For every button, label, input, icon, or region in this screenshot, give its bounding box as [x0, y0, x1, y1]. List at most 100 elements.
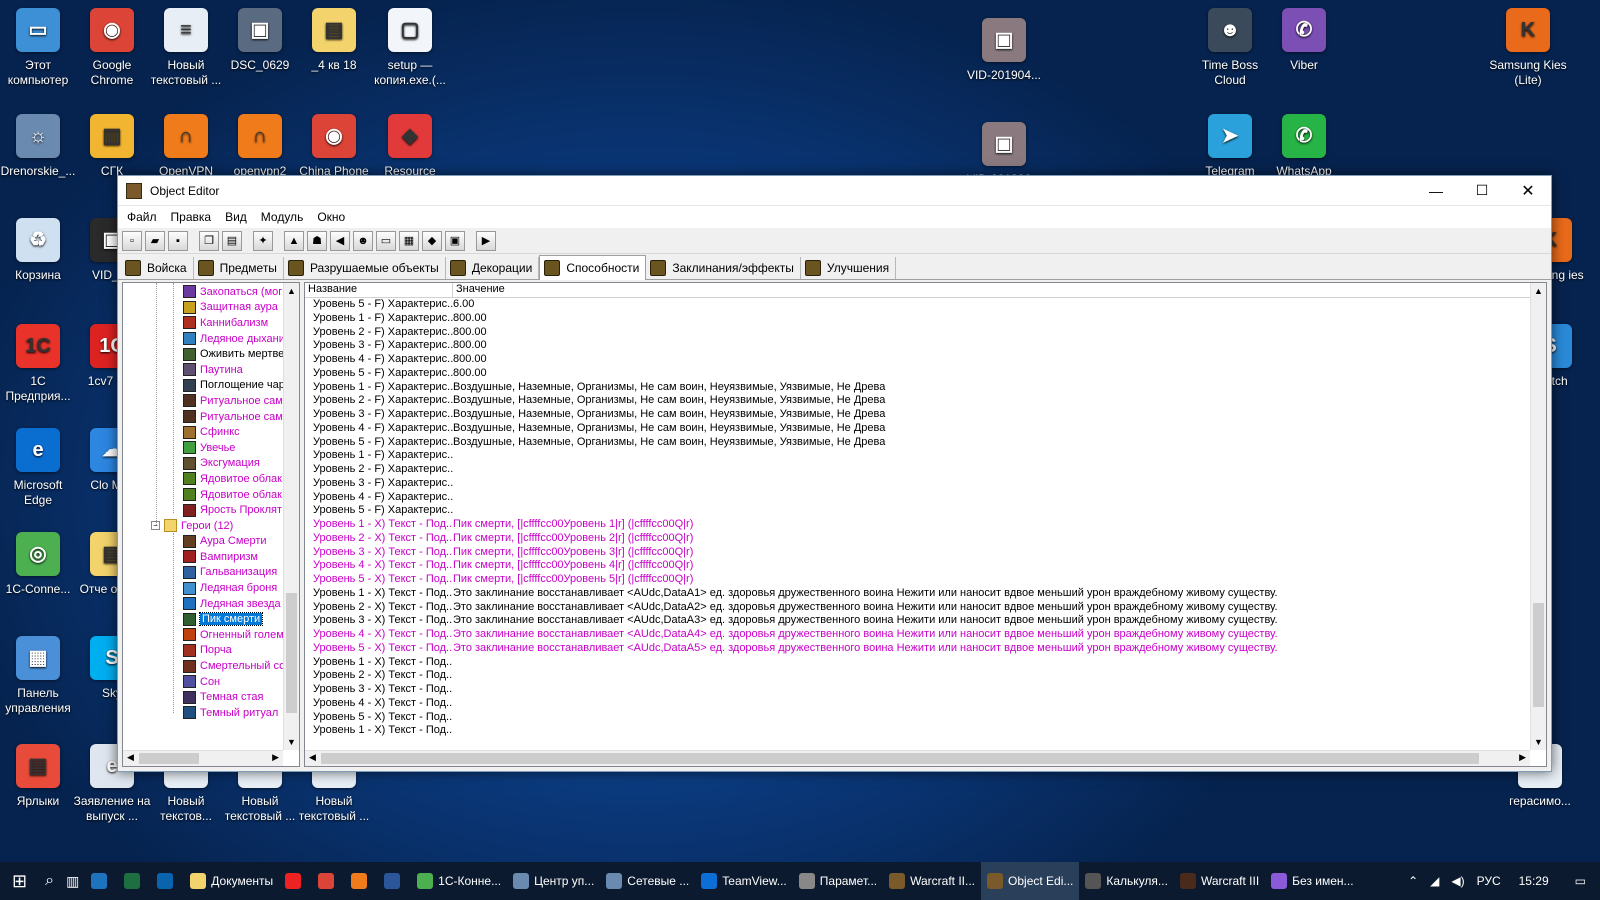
object-editor-window[interactable]: Object Editor — ☐ ✕ Файл Правка Вид Модуль О… — [117, 175, 1552, 772]
tab-3[interactable]: Разрушаемые объекты — [283, 257, 446, 279]
tree-item[interactable]: Ритуальное сам — [123, 409, 299, 425]
tree-item[interactable]: Эксгумация — [123, 456, 299, 472]
grid-row[interactable]: Уровень 4 - F) Характерис... Воздушные, Н… — [305, 422, 1546, 436]
grid-row[interactable]: Уровень 3 - X) Текст - Под... Пик смерти,… — [305, 546, 1546, 560]
tree-item[interactable]: Защитная аура — [123, 300, 299, 316]
tree-item[interactable]: Вампиризм — [123, 549, 299, 565]
menu-item[interactable]: Файл — [120, 210, 164, 224]
grid-row[interactable]: Уровень 5 - F) Характерис... — [305, 504, 1546, 518]
grid-row[interactable]: Уровень 2 - X) Текст - Под... Пик смерти,… — [305, 532, 1546, 546]
taskbar-item[interactable] — [378, 862, 411, 900]
task-view-icon[interactable]: ▥ — [60, 862, 85, 900]
scroll-thumb[interactable] — [286, 593, 297, 713]
tab-5[interactable]: Способности — [539, 255, 647, 280]
taskbar-item[interactable] — [345, 862, 378, 900]
tree-item[interactable]: Поглощение чар — [123, 378, 299, 394]
desktop-icon[interactable]: ◉ China Phone — [294, 110, 374, 179]
open-folder-icon[interactable]: ▰ — [145, 230, 165, 251]
network-icon[interactable]: ◢ — [1424, 874, 1445, 888]
tree-item[interactable]: Порча — [123, 643, 299, 659]
taskbar-item[interactable]: Центр уп... — [507, 862, 600, 900]
new-file-icon[interactable]: ▫ — [122, 230, 142, 251]
desktop-icon[interactable]: ▦ Панель управления — [0, 632, 78, 716]
tree-item[interactable]: Сфинкс — [123, 424, 299, 440]
desktop-icon[interactable]: ➤ Telegram — [1190, 110, 1270, 179]
grid-vertical-scrollbar[interactable]: ▲ ▼ — [1530, 283, 1546, 750]
volume-icon[interactable]: ◀) — [1445, 874, 1470, 888]
taskbar-item[interactable] — [312, 862, 345, 900]
grid-row[interactable]: Уровень 4 - X) Текст - Под... Это заклина… — [305, 628, 1546, 642]
terrain-icon[interactable]: ▲ — [284, 230, 304, 251]
grid-row[interactable]: Уровень 3 - X) Текст - Под... — [305, 683, 1546, 697]
tab-6[interactable]: Заклинания/эффекты — [646, 257, 801, 279]
grid-row[interactable]: Уровень 4 - X) Текст - Под... — [305, 697, 1546, 711]
tree-item[interactable]: Ядовитое облак — [123, 471, 299, 487]
grid-row[interactable]: Уровень 1 - X) Текст - Под... Пик смерти,… — [305, 518, 1546, 532]
tab-1[interactable]: Войска — [121, 257, 194, 279]
taskbar-item[interactable] — [279, 862, 312, 900]
tree-item[interactable]: Ледяное дыхани — [123, 331, 299, 347]
import-icon[interactable]: ▣ — [445, 230, 465, 251]
grid-row[interactable]: Уровень 1 - X) Текст - Под... Это заклина… — [305, 587, 1546, 601]
grid-row[interactable]: Уровень 5 - F) Характерис... 6.00 — [305, 298, 1546, 312]
taskbar-item[interactable]: TeamView... — [695, 862, 792, 900]
scroll-right-arrow[interactable]: ▶ — [1519, 752, 1526, 763]
desktop-icon[interactable]: ▣ DSC_0629 — [220, 4, 300, 73]
tree-item[interactable]: Паутина — [123, 362, 299, 378]
title-bar[interactable]: Object Editor — ☐ ✕ — [118, 176, 1551, 206]
copy-icon[interactable]: ❐ — [199, 230, 219, 251]
desktop-icon[interactable]: 1С 1С Предприя... — [0, 320, 78, 404]
scroll-left-arrow[interactable]: ◀ — [309, 752, 316, 763]
scroll-thumb[interactable] — [139, 753, 199, 764]
tree-item[interactable]: Аура Смерти — [123, 534, 299, 550]
grid-horizontal-scrollbar[interactable]: ◀ ▶ — [305, 750, 1530, 766]
taskbar-item[interactable]: Сетевые ... — [600, 862, 695, 900]
tree-item[interactable]: Ритуальное сам — [123, 393, 299, 409]
taskbar-item[interactable]: Object Edi... — [981, 862, 1080, 900]
grid-row[interactable]: Уровень 2 - X) Текст - Под... Это заклина… — [305, 601, 1546, 615]
tree-item[interactable]: Пик смерти — [123, 611, 299, 627]
desktop-icon[interactable]: ∩ OpenVPN — [146, 110, 226, 179]
grid-row[interactable]: Уровень 2 - F) Характерис... Воздушные, Н… — [305, 394, 1546, 408]
tree-item[interactable]: Ядовитое облак — [123, 487, 299, 503]
tab-2[interactable]: Предметы — [193, 257, 284, 279]
grid-row[interactable]: Уровень 3 - F) Характерис... 800.00 — [305, 339, 1546, 353]
desktop-icon[interactable]: ✆ WhatsApp — [1264, 110, 1344, 179]
properties-grid[interactable]: Название Значение Уровень 5 - F) Характе… — [304, 282, 1547, 767]
desktop-icon[interactable]: ▤ _4 кв 18 — [294, 4, 374, 73]
tree-vertical-scrollbar[interactable]: ▲ ▼ — [283, 283, 299, 750]
tree-item[interactable]: Каннибализм — [123, 315, 299, 331]
taskbar-item[interactable]: Warcraft III — [1174, 862, 1265, 900]
taskbar-item[interactable] — [151, 862, 184, 900]
doodad-icon[interactable]: ☗ — [307, 230, 327, 251]
desktop-icon[interactable]: ∩ openvpn2 — [220, 110, 300, 179]
desktop-icon[interactable]: ☼ Drenorskie_... — [0, 110, 78, 179]
save-icon[interactable]: ▪ — [168, 230, 188, 251]
grid-row[interactable]: Уровень 3 - F) Характерис... Воздушные, Н… — [305, 408, 1546, 422]
grid-row[interactable]: Уровень 2 - F) Характерис... — [305, 463, 1546, 477]
tab-4[interactable]: Декорации — [445, 257, 540, 279]
desktop-icon[interactable]: ▤ Ярлыки — [0, 740, 78, 809]
minimize-button[interactable]: — — [1413, 176, 1459, 206]
tree-item[interactable]: Смертельный со — [123, 658, 299, 674]
tree-item[interactable]: Оживить мертве — [123, 346, 299, 362]
grid-row[interactable]: Уровень 1 - F) Характерис... — [305, 449, 1546, 463]
tree-item[interactable]: Ледяная звезда — [123, 596, 299, 612]
desktop-icon[interactable]: ≡ Новый текстовый ... — [146, 4, 226, 88]
menu-item[interactable]: Правка — [164, 210, 219, 224]
grid-row[interactable]: Уровень 1 - F) Характерис... Воздушные, Н… — [305, 381, 1546, 395]
scroll-down-arrow[interactable]: ▼ — [284, 734, 299, 750]
desktop-icon[interactable]: ◆ Resource — [370, 110, 450, 179]
grid-row[interactable]: Уровень 1 - F) Характерис... 800.00 — [305, 312, 1546, 326]
tree-item[interactable]: Сон — [123, 674, 299, 690]
grid-row[interactable]: Уровень 1 - X) Текст - Под... — [305, 724, 1546, 738]
tree-item[interactable]: Ярость Проклят — [123, 502, 299, 518]
desktop-icon[interactable]: e Microsoft Edge — [0, 424, 78, 508]
desktop-icon[interactable]: K Samsung Kies (Lite) — [1488, 4, 1568, 88]
tree-horizontal-scrollbar[interactable]: ◀ ▶ — [123, 750, 283, 766]
ability-tree[interactable]: Закопаться (мог Защитная аура Каннибализм Л… — [122, 282, 300, 767]
item-icon[interactable]: ◆ — [422, 230, 442, 251]
column-header-value[interactable]: Значение — [453, 283, 1546, 297]
taskbar-item[interactable]: Документы — [184, 862, 279, 900]
scroll-down-arrow[interactable]: ▼ — [1531, 734, 1546, 750]
